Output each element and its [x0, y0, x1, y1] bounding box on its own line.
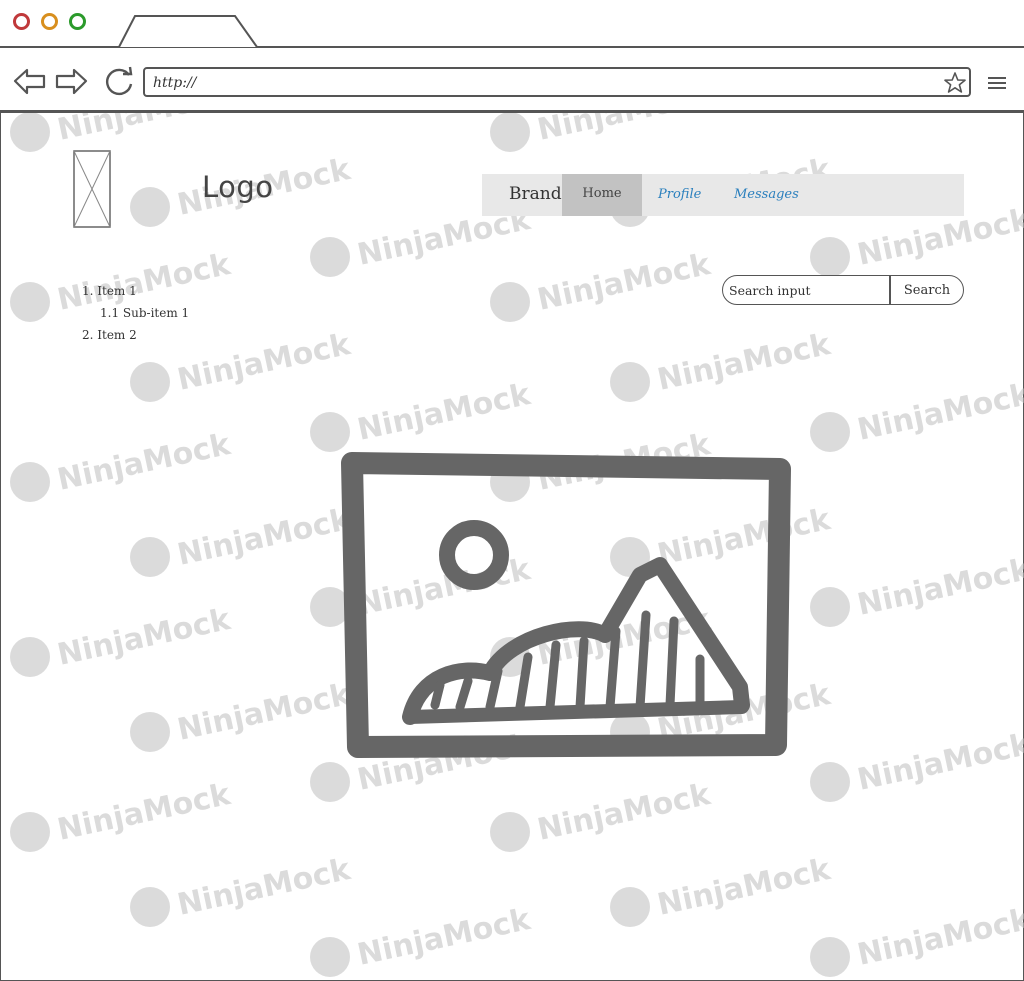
forward-arrow-icon[interactable]: [54, 66, 88, 96]
ordered-list: 1. Item 1 1.1 Sub-item 1 2. Item 2: [82, 280, 189, 346]
maximize-window-button[interactable]: [69, 13, 86, 30]
back-arrow-icon[interactable]: [13, 66, 47, 96]
reload-icon[interactable]: [103, 66, 137, 96]
search-button[interactable]: Search: [891, 276, 963, 304]
browser-tab-bar: [0, 0, 1024, 48]
bookmark-star-icon[interactable]: [943, 71, 967, 95]
address-bar[interactable]: [143, 67, 971, 97]
logo-text: Logo: [202, 170, 274, 204]
nav-item-messages[interactable]: Messages: [734, 187, 799, 202]
hamburger-menu-icon[interactable]: [985, 73, 1009, 93]
close-window-button[interactable]: [13, 13, 30, 30]
search-input[interactable]: [729, 281, 879, 299]
list-item: 1. Item 1: [82, 284, 137, 298]
nav-item-home[interactable]: Home: [562, 174, 642, 216]
image-placeholder-icon: [341, 452, 791, 758]
logo-image-placeholder: [73, 150, 111, 228]
nav-item-home-label: Home: [582, 186, 622, 201]
list-item: 2. Item 2: [82, 328, 137, 342]
search-group: Search: [722, 275, 964, 305]
url-input[interactable]: [153, 73, 933, 93]
browser-tab[interactable]: [118, 14, 258, 48]
minimize-window-button[interactable]: [41, 13, 58, 30]
browser-nav-bar: [0, 48, 1024, 113]
brand-link[interactable]: Brand: [509, 184, 562, 204]
site-navbar: Brand Home Profile Messages: [482, 174, 964, 216]
list-sub-item: 1.1 Sub-item 1: [100, 306, 190, 320]
nav-item-profile[interactable]: Profile: [658, 187, 701, 202]
